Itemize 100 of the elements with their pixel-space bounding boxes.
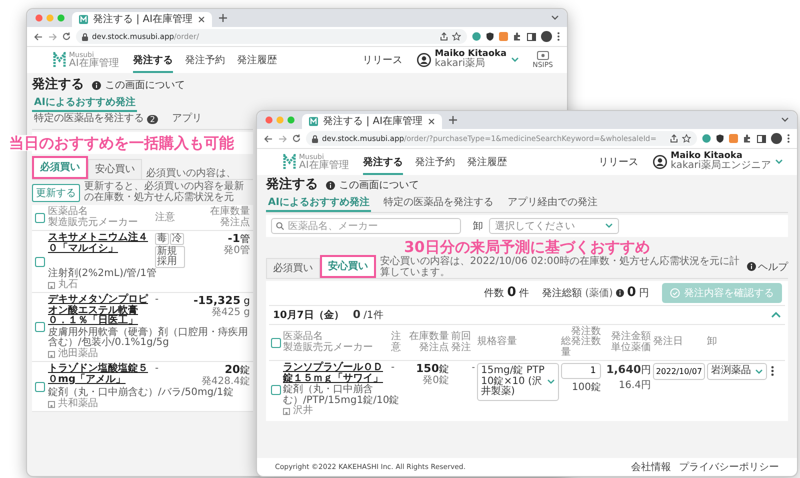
checkbox[interactable] [35,382,45,392]
medicine-name[interactable]: ランソプラゾールＯＤ錠１５ｍｇ「サワイ」 [283,363,389,384]
chevron-down-icon [755,368,763,375]
caution-tag: 冷 [170,233,184,246]
quantity-field[interactable]: 1 [561,363,601,380]
about-link[interactable]: この画面について [105,78,185,92]
page-tab[interactable]: 特定の医薬品を発注する [381,196,496,212]
medicine-name[interactable]: トラゾドン塩酸塩錠５０mg「アメル」 [48,364,152,388]
reload-icon[interactable] [292,134,301,143]
total-unit: 円 [639,286,649,300]
wholesaler-select[interactable]: 岩渕薬品 [707,363,767,380]
shield-icon[interactable] [486,32,494,41]
nav-tab[interactable]: 発注予約 [414,149,455,175]
chevron-down-icon[interactable] [781,117,789,123]
chevron-down-icon [547,379,555,386]
nav-tab[interactable]: 発注予約 [184,47,225,73]
browser-tab[interactable]: 発注する | AI在庫管理 [302,114,442,129]
page-tab[interactable]: 特定の医薬品を発注する 2 [32,112,160,129]
wholesaler-select[interactable]: 選択してください [489,218,619,234]
page-title: 発注する [32,77,84,94]
total-label: 発注総額 [542,286,582,300]
more-icon[interactable] [557,32,560,41]
total-value: 0 [626,286,636,300]
column-header: 総発注数量 [561,337,601,358]
share-icon[interactable] [440,32,448,41]
puzzle-icon[interactable] [513,32,522,41]
nav-tab[interactable]: 発注履歴 [466,149,507,175]
avatar-icon[interactable] [771,133,782,144]
puzzle-icon[interactable] [743,134,752,143]
column-header: 発注日 [653,337,684,348]
browser-tab[interactable]: 発注する | AI在庫管理 [72,12,212,27]
plus-icon[interactable] [218,14,227,22]
medicine-name[interactable]: デキサメタゾンプロピオン酸エステル軟膏０．１％「日医工」 [48,295,152,327]
chevron-down-icon[interactable] [551,15,559,21]
back-arrow-icon[interactable] [34,32,43,40]
logo-icon [79,15,88,24]
extension-icon[interactable] [702,134,711,143]
sub-tab[interactable]: 安心買い [320,254,376,278]
plus-icon[interactable] [448,116,457,124]
release-link[interactable]: リリース [598,155,639,169]
nav-tab[interactable]: 発注履歴 [236,47,277,73]
order-point: 発0錠 [422,376,449,386]
help-link[interactable]: ヘルプ [758,260,788,274]
package-select[interactable]: 15mg/錠 PTP 10錠×10 (沢井製薬) [477,363,559,401]
count-badge: 2 [147,114,158,124]
column-header: 発注金額 [611,332,651,342]
stock-quantity: 20錠 [224,364,250,376]
more-icon[interactable] [787,134,790,143]
update-button[interactable]: 更新する [32,184,80,202]
date-field[interactable]: 2022/10/07 [653,363,705,380]
sidebar-icon[interactable] [757,134,766,142]
page-tab[interactable]: AIによるおすすめ発注 [32,96,138,112]
checkbox[interactable] [35,256,45,267]
medicine-name[interactable]: スキサメトニウム注４０「マルイシ」 [48,233,152,268]
about-link[interactable]: この画面について [339,178,419,192]
checkbox[interactable] [271,385,281,396]
lock-icon [82,32,88,40]
table-cell-text: - [470,363,475,376]
page-tab[interactable]: アプリ [170,112,204,129]
page-title: 発注する [266,177,318,194]
close-icon[interactable] [428,118,435,125]
more-icon[interactable] [770,366,774,376]
group-count: 0 [352,308,361,322]
page-tab[interactable]: AIによるおすすめ発注 [266,196,372,212]
star-icon[interactable] [452,32,461,41]
nav-tab[interactable]: 発注する [132,47,173,73]
chevron-up-icon[interactable] [771,311,781,318]
column-header: 単位薬価 [611,342,651,354]
checkbox[interactable] [271,338,281,348]
info-note: 安心買いの内容は、2022/10/06 02:00時の在庫数・処方せん応需状況を元に計算しています。 [380,256,741,278]
reload-icon[interactable] [62,32,71,41]
user-menu[interactable]: Maiko Kitaoka kakari薬局エンジニア [652,152,783,172]
sub-tab[interactable]: 安心買い [88,159,142,180]
user-icon [652,155,667,169]
avatar-icon[interactable] [541,31,552,42]
sub-tab[interactable]: 必須買い [32,156,88,180]
star-icon[interactable] [682,134,691,143]
column-header: 医薬品名 [48,207,88,218]
close-icon[interactable] [198,16,205,23]
sub-tab[interactable]: 必須買い [266,258,320,278]
shield-icon[interactable] [716,134,724,143]
order-amount: 1,640円 [606,363,651,378]
share-icon[interactable] [670,134,678,143]
order-point: 発428.4錠 [201,376,250,387]
footer-link[interactable]: 会社情報 [631,460,671,474]
sidebar-icon[interactable] [527,32,536,40]
page-tab[interactable]: アプリ経由での発注 [505,196,600,212]
back-arrow-icon[interactable] [264,134,273,142]
extension-icon[interactable] [472,32,481,41]
checkbox[interactable] [35,212,45,223]
nav-tab[interactable]: 発注する [362,149,403,175]
footer-link[interactable]: プライバシーポリシー [679,460,779,474]
total-quantity: 100錠 [572,381,601,394]
user-menu[interactable]: Maiko Kitaoka kakari薬局 [416,50,519,70]
search-field[interactable]: 医薬品名、メーカー [271,218,461,234]
stock-quantity: -15,325 g [193,295,250,308]
release-link[interactable]: リリース [362,53,403,67]
checkbox[interactable] [35,322,45,332]
column-header: 前回発注 [451,332,472,354]
info-icon [326,180,335,190]
